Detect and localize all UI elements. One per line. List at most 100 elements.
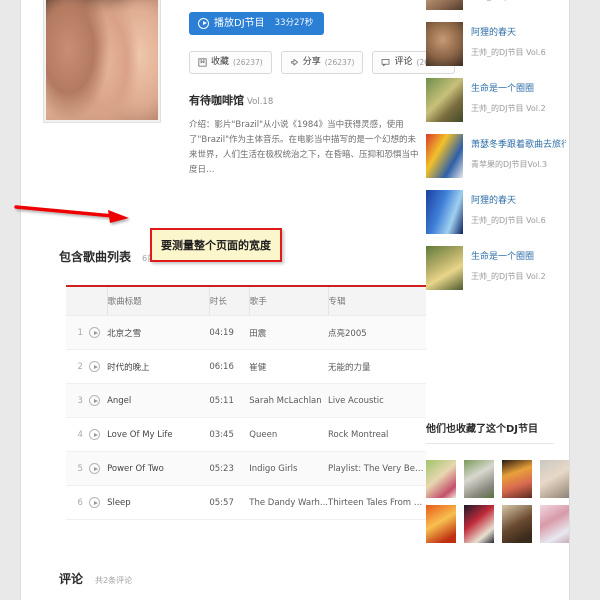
table-row[interactable]: 6 Sleep 05:57 The Dandy Warh... Thirteen… <box>66 485 426 520</box>
play-duration: 33分27秒 <box>274 18 314 29</box>
row-artist: 崔健 <box>249 362 267 373</box>
favorite-button[interactable]: 收藏 (26237) <box>189 51 272 74</box>
thumbnail <box>426 190 463 234</box>
program-title-text: 有待咖啡馆 <box>189 94 244 107</box>
list-item[interactable]: 生命是一个圈圈 王帅_的DJ节目 Vol.2 <box>426 246 566 290</box>
row-duration: 05:57 <box>209 485 250 520</box>
sidebar-favorites-heading: 他们也收藏了这个DJ节目 <box>426 424 539 435</box>
row-title: 时代的晚上 <box>107 362 150 373</box>
row-artist: Indigo Girls <box>249 463 298 474</box>
share-icon <box>291 59 298 66</box>
favorite-count: (26237) <box>233 57 263 67</box>
table-row[interactable]: 1 北京之雪 04:19 田震 点亮2005 <box>66 315 426 350</box>
list-item[interactable]: 生命是一个圈圈 王帅_的DJ节目 Vol.2 <box>426 78 566 122</box>
thumbnail <box>426 0 463 10</box>
divider <box>426 443 554 444</box>
item-subtitle: 王帅_的DJ节目 Vol.2 <box>471 103 546 113</box>
list-item[interactable]: 阿狸的春天 王帅_的DJ节目 Vol.6 <box>426 0 566 10</box>
program-volume: Vol.18 <box>247 97 274 107</box>
table-row[interactable]: 4 Love Of My Life 03:45 Queen Rock Montr… <box>66 417 426 452</box>
song-table-header-row: 歌曲标题 时长 歌手 专辑 <box>66 286 426 316</box>
row-index: 1 <box>66 315 89 350</box>
songlist-heading: 包含歌曲列表 <box>59 250 132 264</box>
row-play-icon[interactable] <box>88 395 100 406</box>
play-circle-icon <box>198 18 209 29</box>
avatar[interactable] <box>540 460 569 498</box>
col-play <box>88 286 108 316</box>
list-item[interactable]: 阿狸的春天 王帅_的DJ节目 Vol.6 <box>426 22 566 66</box>
row-duration: 05:23 <box>209 451 250 486</box>
program-title: 有待咖啡馆 Vol.18 <box>189 92 425 108</box>
thumbnail <box>426 134 463 178</box>
row-title: Angel <box>107 395 132 406</box>
item-title: 生命是一个圈圈 <box>471 252 535 262</box>
col-album: 专辑 <box>327 286 426 316</box>
avatar[interactable] <box>426 505 456 543</box>
col-artist: 歌手 <box>248 286 328 316</box>
avatar[interactable] <box>502 460 532 498</box>
row-album: Rock Montreal <box>328 429 389 440</box>
favorite-avatar-grid <box>426 460 569 543</box>
share-count: (26237) <box>324 57 355 67</box>
row-artist: Queen <box>249 429 278 440</box>
share-label: 分享 <box>302 57 321 67</box>
favorite-label: 收藏 <box>211 57 230 67</box>
row-duration: 03:45 <box>209 417 250 452</box>
songlist-header: 包含歌曲列表 6首歌 <box>59 248 163 265</box>
play-button-label: 播放DJ节目 <box>214 17 265 29</box>
table-row[interactable]: 3 Angel 05:11 Sarah McLachlan Live Acous… <box>66 383 426 418</box>
page-container: 播放DJ节目 33分27秒 收藏 (26237) 分享 (26237) 评论 有… <box>20 0 570 600</box>
item-title: 阿狸的春天 <box>471 196 517 206</box>
row-album: Thirteen Tales From Urban... <box>328 497 426 508</box>
annotation-callout: 要测量整个页面的宽度 <box>150 228 282 262</box>
row-artist: The Dandy Warh... <box>249 497 328 508</box>
program-info: 播放DJ节目 33分27秒 收藏 (26237) 分享 (26237) 评论 有… <box>189 12 456 178</box>
row-album: 无能的力量 <box>328 362 371 373</box>
list-item[interactable]: 阿狸的春天 王帅_的DJ节目 Vol.6 <box>426 190 566 234</box>
item-subtitle: 王帅_的DJ节目 Vol.6 <box>471 47 546 57</box>
item-subtitle: 王帅_的DJ节目 Vol.2 <box>471 271 546 281</box>
row-duration: 05:11 <box>209 383 250 418</box>
item-title: 阿狸的春天 <box>471 28 517 38</box>
row-index: 3 <box>66 383 89 418</box>
comments-heading: 评论 <box>59 572 84 586</box>
song-table-body: 1 北京之雪 04:19 田震 点亮2005 2 时代的晚上 06:16 崔健 … <box>66 315 426 520</box>
avatar[interactable] <box>540 505 569 543</box>
row-play-icon[interactable] <box>88 429 100 440</box>
row-index: 6 <box>66 485 89 520</box>
table-row[interactable]: 2 时代的晚上 06:16 崔健 无能的力量 <box>66 349 426 384</box>
row-index: 4 <box>66 417 89 452</box>
table-row[interactable]: 5 Power Of Two 05:23 Indigo Girls Playli… <box>66 451 426 486</box>
comments-count: 共2条评论 <box>95 576 133 585</box>
row-artist: Sarah McLachlan <box>249 395 322 406</box>
row-album: 点亮2005 <box>328 328 367 339</box>
avatar[interactable] <box>502 505 532 543</box>
row-play-icon[interactable] <box>88 361 100 372</box>
program-cover <box>43 0 161 123</box>
col-index <box>66 286 89 316</box>
play-dj-program-button[interactable]: 播放DJ节目 33分27秒 <box>189 12 325 35</box>
cover-image <box>46 0 158 120</box>
song-table-head: 歌曲标题 时长 歌手 专辑 <box>66 286 426 316</box>
thumbnail <box>426 246 463 290</box>
item-title: 萧瑟冬季跟着歌曲去旅行 <box>471 140 566 150</box>
col-duration: 时长 <box>208 286 250 316</box>
row-play-icon[interactable] <box>88 463 100 474</box>
avatar[interactable] <box>464 460 494 498</box>
row-play-icon[interactable] <box>88 497 100 508</box>
list-item[interactable]: 萧瑟冬季跟着歌曲去旅行 青苹果的DJ节目Vol.3 <box>426 134 566 178</box>
row-album: Live Acoustic <box>328 395 384 406</box>
item-subtitle: 王帅_的DJ节目 Vol.6 <box>471 0 546 2</box>
program-description: 介绍：影片"Brazil"从小说《1984》当中获得灵感，使用了"Brazil"… <box>189 120 419 175</box>
row-index: 5 <box>66 451 89 486</box>
comment-icon <box>382 59 390 67</box>
avatar[interactable] <box>426 460 456 498</box>
row-play-icon[interactable] <box>88 327 100 338</box>
col-title: 歌曲标题 <box>106 286 210 316</box>
share-button[interactable]: 分享 (26237) <box>280 51 364 74</box>
avatar[interactable] <box>464 505 494 543</box>
row-artist: 田震 <box>249 328 267 339</box>
song-table: 歌曲标题 时长 歌手 专辑 1 北京之雪 04:19 田震 点亮2005 2 时… <box>66 285 426 520</box>
row-album: Playlist: The Very Best Of In... <box>328 463 426 474</box>
row-index: 2 <box>66 349 89 384</box>
